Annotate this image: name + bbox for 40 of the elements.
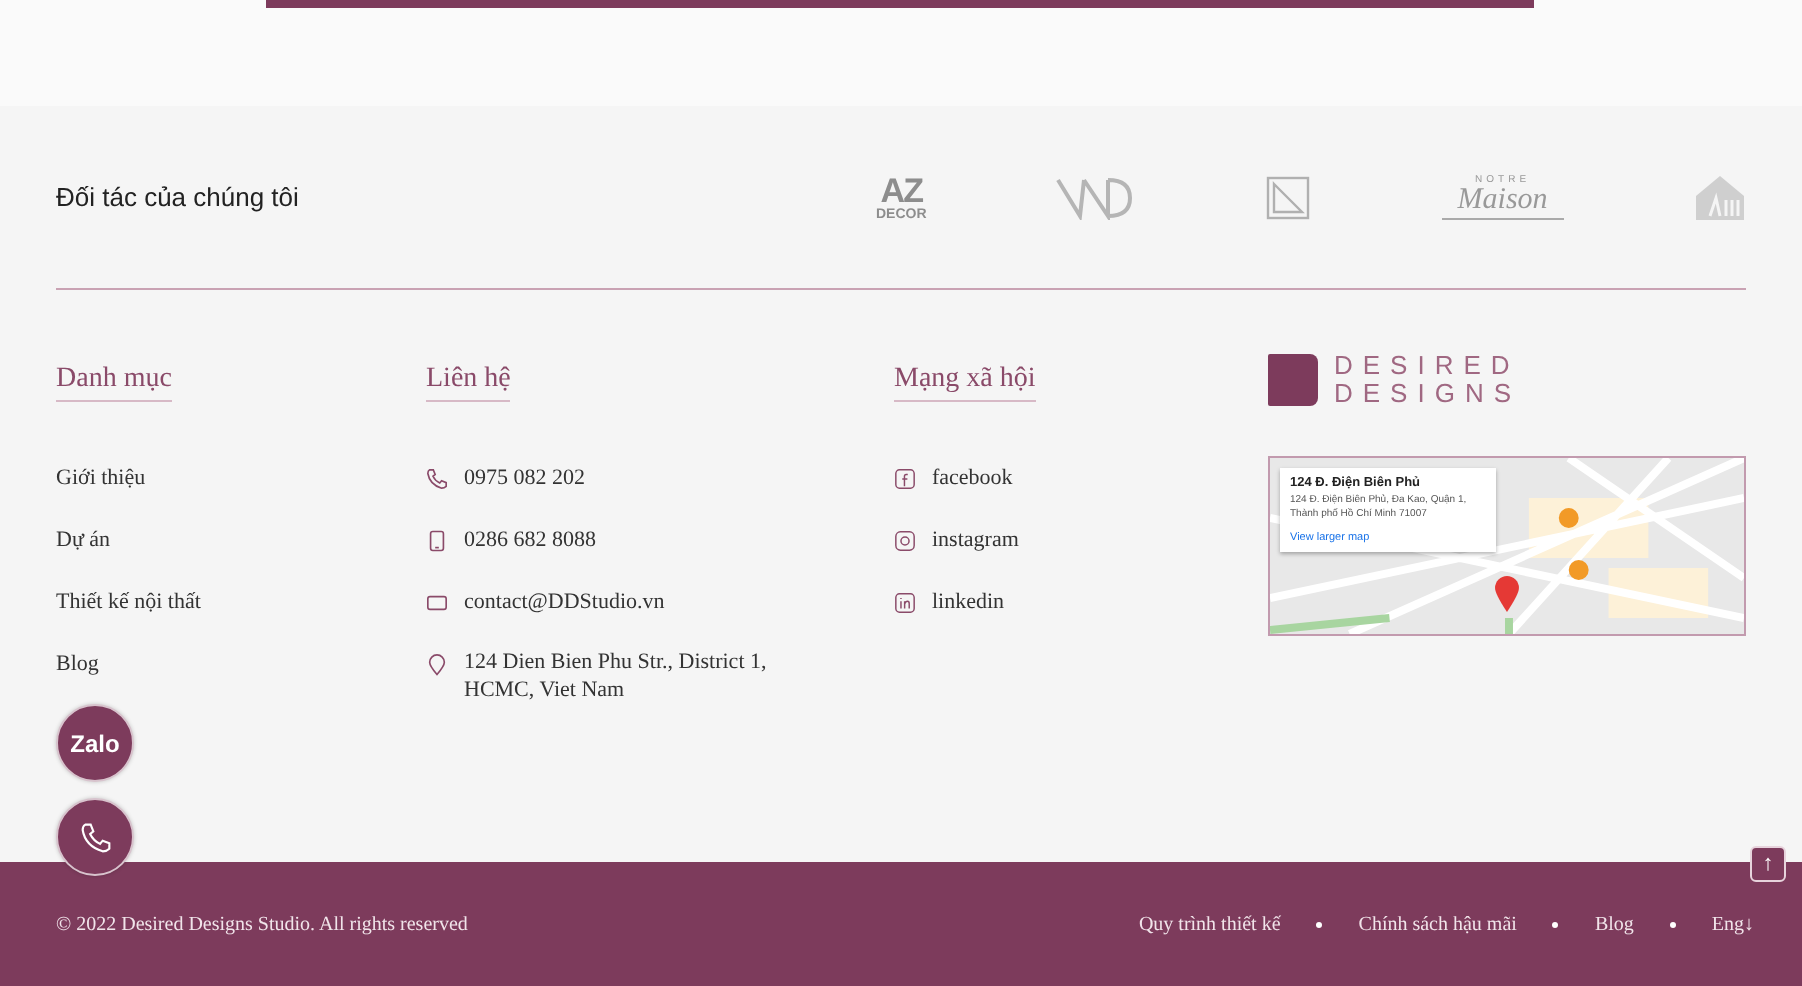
column-heading: Danh mục (56, 364, 172, 402)
language-dropdown[interactable]: Eng↓ (1711, 913, 1754, 935)
zalo-button[interactable]: Zalo (56, 704, 134, 782)
footer-link[interactable]: Thiết kế nội thất (56, 586, 426, 620)
call-button[interactable] (56, 798, 134, 876)
partners-heading: Đối tác của chúng tôi (56, 182, 301, 212)
social-link[interactable]: instagram (932, 524, 1019, 558)
footer-link[interactable]: Dự án (56, 524, 426, 558)
partner-logo-icon (1263, 171, 1312, 223)
copyright-text: © 2022 Desired Designs Studio. All rights reserved (56, 913, 468, 935)
footer-link[interactable]: Blog (1594, 913, 1634, 935)
separator-dot-icon (1669, 921, 1676, 927)
contact-link[interactable]: 124 Dien Bien Phu Str., District 1, HCMC, Viet Nam (464, 648, 804, 704)
facebook-icon (894, 468, 916, 490)
back-to-top-button[interactable]: ↑ (1750, 846, 1786, 882)
separator-dot-icon (1552, 921, 1559, 927)
column-heading: Liên hệ (426, 364, 511, 402)
contact-link[interactable]: 0286 682 8088 (464, 524, 596, 558)
phone-icon (79, 821, 111, 853)
social-link[interactable]: linkedin (932, 586, 1005, 620)
social-link[interactable]: facebook (932, 462, 1013, 496)
contact-link[interactable]: 0975 082 202 (464, 462, 585, 496)
instagram-icon (894, 530, 916, 552)
brand-name: DESIRED (1334, 352, 1522, 380)
contact-link[interactable]: contact@DDStudio.vn (464, 586, 665, 620)
footer-link[interactable]: Quy trình thiết kế (1138, 913, 1281, 935)
footer-link[interactable]: Giới thiệu (56, 462, 426, 496)
brand-logo-icon (1268, 354, 1318, 406)
footer-link[interactable]: Blog (56, 648, 426, 682)
mobile-phone-icon (426, 530, 448, 552)
brand-name: DESIGNS (1334, 380, 1522, 408)
separator-dot-icon (1316, 921, 1323, 927)
linkedin-icon (894, 592, 916, 614)
column-heading: Mạng xã hội (894, 364, 1036, 402)
envelope-icon (426, 592, 448, 614)
partner-logo-icon (1693, 173, 1746, 221)
phone-icon (426, 468, 448, 490)
location-pin-icon (426, 654, 448, 676)
partner-logo-icon (1056, 175, 1133, 219)
footer-link[interactable]: Chính sách hậu mãi (1358, 913, 1517, 935)
